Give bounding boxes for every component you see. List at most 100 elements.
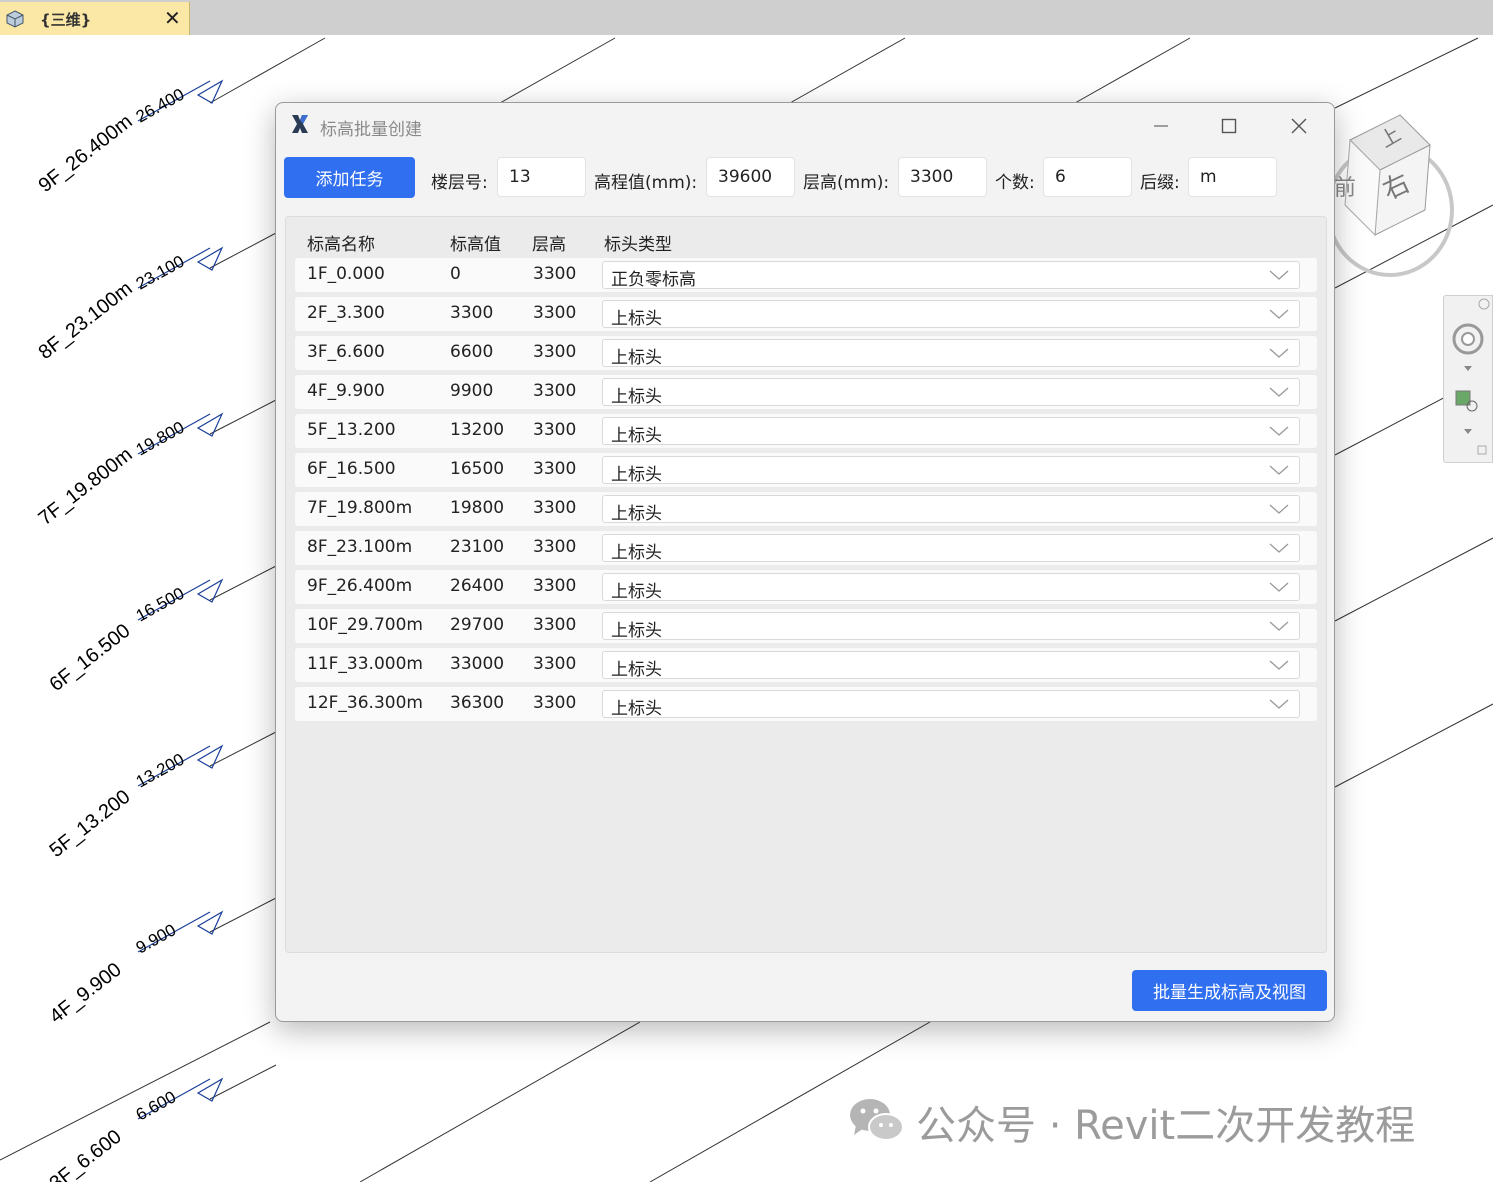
level-marker[interactable]: 9.9004F_9.900: [46, 910, 224, 1028]
floor-number-input[interactable]: 13: [497, 157, 586, 197]
batch-generate-button[interactable]: 批量生成标高及视图: [1132, 970, 1327, 1011]
suffix-input[interactable]: m: [1188, 157, 1277, 197]
level-elevation-text: 6.600: [133, 1087, 179, 1124]
close-button[interactable]: [1276, 109, 1322, 143]
app-logo-icon: [292, 115, 308, 133]
table-row[interactable]: 4F_9.900 9900 3300 上标头: [295, 375, 1317, 409]
level-name-cell: 9F_26.400m: [307, 576, 413, 596]
table-row[interactable]: 6F_16.500 16500 3300 上标头: [295, 453, 1317, 487]
minimize-icon: [1154, 125, 1168, 127]
column-header-type[interactable]: 标头类型: [604, 230, 672, 255]
chevron-down-icon: [1269, 348, 1289, 358]
view-tab-label: {三维}: [40, 11, 92, 29]
head-type-select[interactable]: 上标头: [602, 300, 1300, 329]
head-type-select[interactable]: 上标头: [602, 339, 1300, 368]
level-value-cell: 0: [450, 264, 461, 284]
head-type-select[interactable]: 上标头: [602, 573, 1300, 602]
level-value-cell: 13200: [450, 420, 505, 440]
level-name-cell: 3F_6.600: [307, 342, 385, 362]
table-row[interactable]: 11F_33.000m 33000 3300 上标头: [295, 648, 1317, 682]
table-row[interactable]: 10F_29.700m 29700 3300 上标头: [295, 609, 1317, 643]
head-type-select[interactable]: 上标头: [602, 651, 1300, 680]
close-icon[interactable]: ✕: [164, 6, 181, 30]
dialog-titlebar[interactable]: 标高批量创建: [276, 103, 1334, 147]
dialog-title: 标高批量创建: [320, 120, 422, 140]
floor-height-input[interactable]: 3300: [898, 157, 987, 197]
column-header-name[interactable]: 标高名称: [307, 230, 375, 255]
head-type-value: 上标头: [611, 387, 662, 407]
level-name-cell: 12F_36.300m: [307, 693, 423, 713]
head-type-value: 上标头: [611, 348, 662, 368]
table-row[interactable]: 9F_26.400m 26400 3300 上标头: [295, 570, 1317, 604]
chevron-down-icon: [1269, 270, 1289, 280]
level-elevation-text: 13.200: [133, 750, 188, 792]
count-label: 个数:: [995, 173, 1035, 193]
head-type-value: 上标头: [611, 543, 662, 563]
options-icon[interactable]: [1477, 445, 1487, 455]
head-type-select[interactable]: 上标头: [602, 378, 1300, 407]
chevron-down-icon[interactable]: [1464, 366, 1472, 371]
level-name-text: 7F_19.800m: [35, 443, 137, 529]
level-batch-dialog: 标高批量创建 添加任务 楼层号: 13 高程值(mm): 39600 层高(mm…: [275, 102, 1335, 1022]
level-head-icon: [196, 578, 224, 603]
level-marker[interactable]: 23.1008F_23.100m: [35, 246, 224, 364]
level-value-cell: 16500: [450, 459, 505, 479]
head-type-value: 正负零标高: [611, 270, 696, 290]
level-height-cell: 3300: [533, 303, 577, 323]
level-value-cell: 9900: [450, 381, 494, 401]
level-head-icon: [196, 412, 224, 437]
chevron-down-icon: [1269, 582, 1289, 592]
add-task-button[interactable]: 添加任务: [284, 157, 415, 198]
head-type-value: 上标头: [611, 309, 662, 329]
level-marker[interactable]: 19.8007F_19.800m: [35, 412, 224, 530]
head-type-select[interactable]: 上标头: [602, 417, 1300, 446]
level-marker[interactable]: 6.6003F_6.600: [46, 1077, 224, 1182]
level-name-text: 6F_16.500: [46, 620, 135, 696]
level-marker[interactable]: 26.4009F_26.400m: [35, 79, 224, 197]
level-elevation-text: 19.800: [133, 418, 188, 460]
elevation-label: 高程值(mm):: [594, 173, 698, 193]
close-icon[interactable]: [1478, 298, 1490, 310]
level-value-cell: 29700: [450, 615, 505, 635]
column-header-value[interactable]: 标高值: [450, 230, 501, 255]
level-value-cell: 33000: [450, 654, 505, 674]
view-tab-3d[interactable]: {三维} ✕: [0, 2, 190, 35]
table-row[interactable]: 12F_36.300m 36300 3300 上标头: [295, 687, 1317, 721]
level-elevation-text: 26.400: [133, 85, 188, 127]
level-marker[interactable]: 13.2005F_13.200: [46, 744, 224, 862]
column-header-height[interactable]: 层高: [532, 230, 566, 255]
level-value-cell: 26400: [450, 576, 505, 596]
viewcube-front[interactable]: 前: [1334, 176, 1356, 201]
head-type-select[interactable]: 正负零标高: [602, 261, 1300, 290]
chevron-down-icon[interactable]: [1464, 429, 1472, 434]
level-height-cell: 3300: [533, 420, 577, 440]
level-name-cell: 6F_16.500: [307, 459, 396, 479]
level-name-text: 8F_23.100m: [35, 277, 137, 363]
floor-height-label: 层高(mm):: [803, 173, 890, 193]
head-type-select[interactable]: 上标头: [602, 534, 1300, 563]
level-elevation-text: 9.900: [133, 920, 179, 957]
maximize-button[interactable]: [1206, 109, 1252, 143]
table-row[interactable]: 5F_13.200 13200 3300 上标头: [295, 414, 1317, 448]
head-type-select[interactable]: 上标头: [602, 690, 1300, 719]
level-elevation-text: 23.100: [133, 252, 188, 294]
table-row[interactable]: 8F_23.100m 23100 3300 上标头: [295, 531, 1317, 565]
head-type-select[interactable]: 上标头: [602, 456, 1300, 485]
level-marker[interactable]: 16.5006F_16.500: [46, 578, 224, 696]
viewcube[interactable]: 上 右 前: [1330, 100, 1460, 280]
minimize-button[interactable]: [1138, 109, 1184, 143]
elevation-input[interactable]: 39600: [706, 157, 795, 197]
count-input[interactable]: 6: [1043, 157, 1132, 197]
level-name-cell: 8F_23.100m: [307, 537, 413, 557]
wechat-icon: [850, 1099, 904, 1141]
head-type-select[interactable]: 上标头: [602, 612, 1300, 641]
table-row[interactable]: 7F_19.800m 19800 3300 上标头: [295, 492, 1317, 526]
level-value-cell: 6600: [450, 342, 494, 362]
table-row[interactable]: 3F_6.600 6600 3300 上标头: [295, 336, 1317, 370]
level-value-cell: 23100: [450, 537, 505, 557]
head-type-select[interactable]: 上标头: [602, 495, 1300, 524]
chevron-down-icon: [1269, 504, 1289, 514]
head-type-value: 上标头: [611, 699, 662, 719]
table-row[interactable]: 1F_0.000 0 3300 正负零标高: [295, 258, 1317, 292]
table-row[interactable]: 2F_3.300 3300 3300 上标头: [295, 297, 1317, 331]
